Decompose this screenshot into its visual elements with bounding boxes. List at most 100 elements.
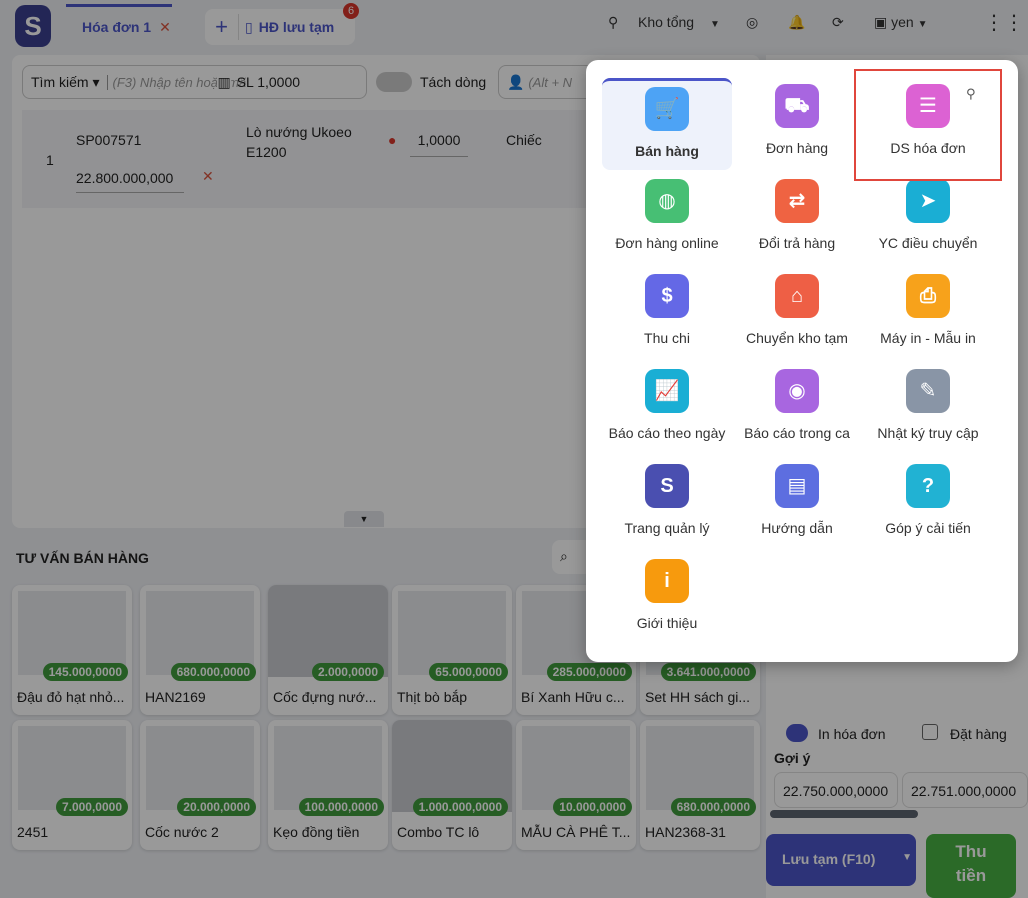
suggest-amount[interactable]: 22.751.000,0000 [902,772,1028,808]
menu-item[interactable]: ⇄ Đổi trả hàng [732,173,862,265]
search-input[interactable] [107,74,258,90]
tab-invoice-1[interactable]: Hóa đơn 1 ✕ [66,4,172,46]
suggest-amount[interactable]: 22.750.000,0000 [774,772,898,808]
product-name: Bí Xanh Hữu c... [521,689,625,705]
menu-item-label: Thu chi [644,330,690,346]
top-bar: S Hóa đơn 1 ✕ + ▯ HĐ lưu tạm 6 ⚲ Kho tổng… [0,0,1028,52]
transfer-request-icon: ➤ [906,179,950,223]
product-tile[interactable]: 100.000,0000 Kẹo đồng tiền [268,720,388,850]
suggest-label: Gợi ý [774,750,811,766]
product-name: Lò nướng Ukoeo E1200 [246,124,352,160]
chart-icon: 📈 [645,369,689,413]
chevron-down-icon[interactable]: ▼ [902,852,912,863]
user-menu[interactable]: ▣ yen ▼ [874,14,928,31]
info-icon: i [645,559,689,603]
menu-item[interactable]: ▤ Hướng dẫn [732,458,862,550]
product-tile[interactable]: 7.000,0000 2451 [12,720,132,850]
location-icon: ⚲ [608,14,619,30]
scrollbar[interactable] [770,810,918,818]
user-avatar-icon: ▣ [874,14,888,30]
product-tile[interactable]: 2.000,0000 Cốc đựng nướ... [268,585,388,715]
user-name: yen [891,14,914,30]
split-line-toggle[interactable] [376,72,412,92]
product-price: 285.000,0000 [546,663,632,681]
product-name: HAN2169 [145,689,206,705]
product-price: 20.000,0000 [177,798,256,816]
cart-icon: 🛒 [645,87,689,131]
menu-item-label: Bán hàng [635,143,699,159]
menu-item-label: Góp ý cải tiến [885,520,971,536]
menu-item-label: Đổi trả hàng [758,235,836,251]
quantity-field[interactable]: SL 1,0000 [237,74,300,90]
remove-item-icon[interactable]: ✕ [202,168,214,185]
shift-report-icon: ◉ [775,369,819,413]
customer-placeholder: (Alt + N [528,75,573,90]
search-mode-select[interactable]: Tìm kiếm ▾ [23,74,107,91]
order-checkbox[interactable] [922,724,938,740]
customer-search[interactable]: 👤 (Alt + N [498,65,598,99]
warehouse-select[interactable]: Kho tổng ▼ [638,14,720,30]
section-title: TƯ VẤN BÁN HÀNG [16,550,149,566]
log-icon: ✎ [906,369,950,413]
menu-item[interactable]: ? Góp ý cải tiến [863,458,993,550]
close-tab-icon[interactable]: ✕ [159,19,171,35]
product-tile[interactable]: 680.000,0000 HAN2368-31 [640,720,760,850]
menu-item[interactable]: ⌂ Chuyển kho tạm [732,268,862,360]
print-label: In hóa đơn [818,726,886,742]
product-price: 7.000,0000 [55,798,128,816]
product-tile[interactable]: 10.000,0000 MẪU CÀ PHÊ T... [516,720,636,850]
save-draft-label: Lưu tạm (F10) [782,851,876,867]
menu-item[interactable]: ⎙ Máy in - Mẫu in [863,268,993,360]
app-logo-icon[interactable]: S [15,5,51,47]
menu-item[interactable]: ◉ Báo cáo trong ca [732,363,862,455]
book-icon: ▤ [775,464,819,508]
messenger-icon[interactable]: ◎ [746,14,758,31]
menu-item[interactable]: ✎ Nhật ký truy cập [863,363,993,455]
barcode-icon[interactable]: ▥ [217,73,231,91]
split-line-label: Tách dòng [420,74,487,90]
warehouse-label: Kho tổng [638,14,695,30]
product-tile[interactable]: 145.000,0000 Đậu đỏ hạt nhỏ... [12,585,132,715]
product-price: 2.000,0000 [311,663,384,681]
admin-logo-icon: S [645,464,689,508]
menu-item-label: Báo cáo trong ca [744,425,850,441]
menu-item[interactable]: ➤ YC điều chuyển [863,173,993,265]
product-name: Kẹo đồng tiền [273,824,360,840]
menu-item[interactable]: i Giới thiệu [602,553,732,645]
product-search: Tìm kiếm ▾ ▥ SL 1,0000 [22,65,367,99]
product-tile[interactable]: 20.000,0000 Cốc nước 2 [140,720,260,850]
menu-item-label: Chuyển kho tạm [746,330,848,346]
save-draft-button[interactable]: Lưu tạm (F10) ▼ [766,834,916,886]
menu-item-label: YC điều chuyển [878,235,978,251]
menu-item[interactable]: 📈 Báo cáo theo ngày [602,363,732,455]
tab-label: Hóa đơn 1 [82,19,152,35]
product-name: Thịt bò bắp [397,689,468,705]
collapse-handle[interactable]: ▼ [344,511,384,527]
pay-button[interactable]: Thu tiền [926,834,1016,898]
quantity-input[interactable]: 1,0000 [410,132,468,157]
warning-icon: ● [388,132,397,148]
pin-icon[interactable]: ⚲ [966,86,976,102]
product-tile[interactable]: 680.000,0000 HAN2169 [140,585,260,715]
menu-item[interactable]: 🛒 Bán hàng [602,78,732,170]
product-tile[interactable]: 1.000.000,0000 Combo TC lô [392,720,512,850]
menu-item[interactable]: S Trang quản lý [602,458,732,550]
printer-icon: ⎙ [906,274,950,318]
saved-invoices-button[interactable]: HĐ lưu tạm [259,19,334,35]
price-input[interactable]: 22.800.000,000 [76,170,184,193]
tab-actions: + ▯ HĐ lưu tạm [205,9,355,45]
print-toggle[interactable] [786,724,808,742]
apps-grid-icon[interactable]: ⋮⋮⋮ [984,10,1028,35]
globe-icon: ◍ [645,179,689,223]
product-price: 65.000,0000 [429,663,508,681]
highlight-box [854,69,1002,181]
menu-item[interactable]: $ Thu chi [602,268,732,360]
product-tile[interactable]: 65.000,0000 Thịt bò bắp [392,585,512,715]
chevron-down-icon: ▼ [917,19,928,30]
sync-icon[interactable]: ⟳ [832,14,844,31]
add-tab-button[interactable]: + [205,14,239,40]
menu-item[interactable]: ⛟ Đơn hàng [732,78,862,170]
bell-icon[interactable]: 🔔 [788,14,805,31]
product-name: Cốc nước 2 [145,824,219,840]
menu-item[interactable]: ◍ Đơn hàng online [602,173,732,265]
